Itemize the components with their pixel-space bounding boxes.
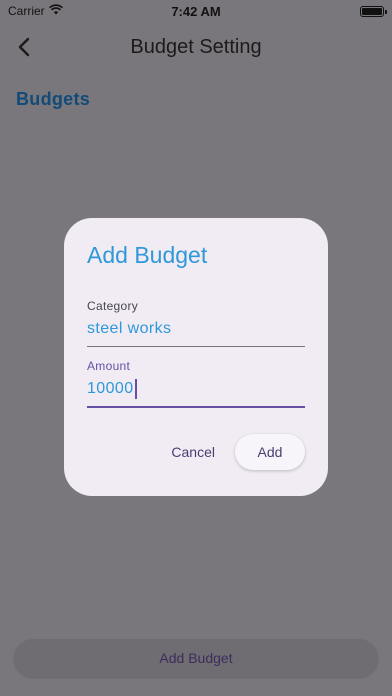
add-button[interactable]: Add <box>235 434 305 470</box>
battery-icon <box>360 5 387 17</box>
dialog-title: Add Budget <box>87 242 208 268</box>
add-budget-button[interactable]: Add Budget <box>14 639 378 677</box>
status-bar: Carrier 7:42 AM <box>0 0 392 22</box>
app-bar: Budget Setting <box>0 22 392 72</box>
page-title: Budget Setting <box>130 35 262 58</box>
category-input[interactable]: steel works <box>87 317 305 341</box>
category-field[interactable]: Category steel works <box>87 299 305 347</box>
budgets-heading: Budgets <box>16 89 91 109</box>
category-underline <box>87 346 305 347</box>
category-value: steel works <box>87 320 172 337</box>
amount-input[interactable]: 10000 <box>87 377 305 401</box>
amount-underline <box>87 406 305 408</box>
dialog-actions: Cancel Add <box>171 434 305 470</box>
amount-field[interactable]: Amount 10000 <box>87 359 305 408</box>
amount-label: Amount <box>87 359 131 373</box>
amount-value: 10000 <box>87 380 134 397</box>
category-label: Category <box>87 299 139 313</box>
cancel-button[interactable]: Cancel <box>171 436 215 468</box>
text-cursor <box>134 379 137 399</box>
back-arrow-icon[interactable] <box>12 35 36 59</box>
add-budget-dialog: Add Budget Category steel works Amount 1… <box>64 218 328 496</box>
status-time: 7:42 AM <box>171 4 221 19</box>
